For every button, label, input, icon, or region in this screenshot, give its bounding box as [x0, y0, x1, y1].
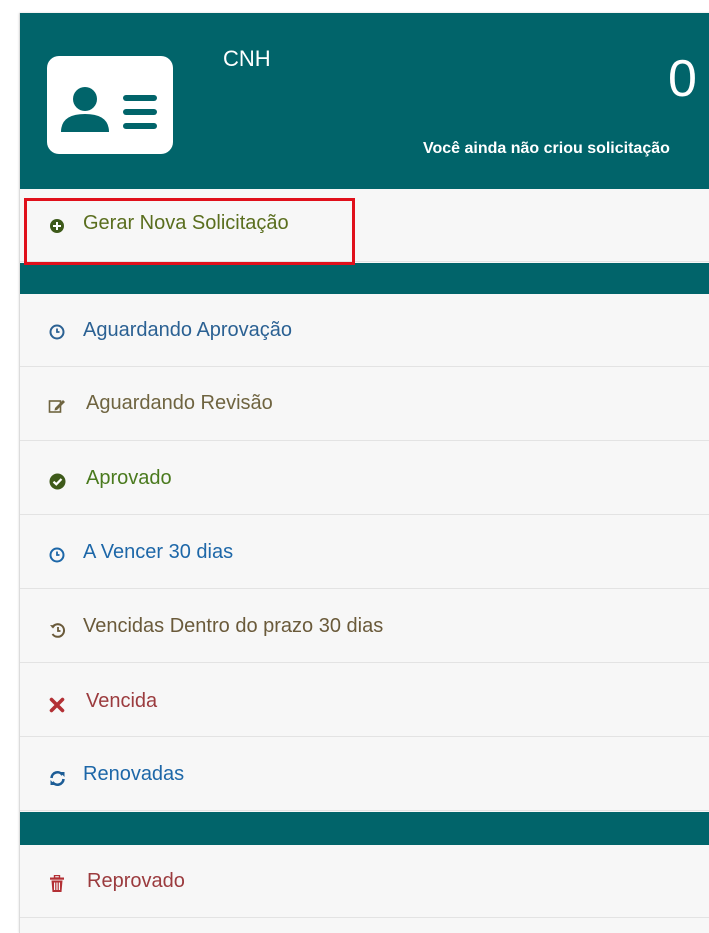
refresh-icon — [46, 767, 68, 789]
status-label: Aguardando Aprovação — [83, 319, 293, 341]
empty-state-message: Você ainda não criou solicitação — [423, 140, 670, 157]
status-expired-within-30-days[interactable]: Vencidas Dentro do prazo 30 dias — [20, 590, 709, 663]
status-label: Aprovado — [86, 467, 172, 489]
status-renewed[interactable]: Renovadas — [20, 738, 709, 811]
section-divider — [20, 263, 709, 294]
history-icon — [46, 619, 68, 641]
status-label: Reprovado — [87, 870, 185, 892]
new-request-item[interactable]: Gerar Nova Solicitação — [20, 189, 709, 262]
status-label: Renovadas — [83, 763, 185, 785]
cnh-card: CNH 0 Você ainda não criou solicitação G… — [19, 13, 709, 933]
card-title: CNH — [223, 46, 271, 71]
card-header: CNH 0 Você ainda não criou solicitação — [20, 13, 709, 189]
check-circle-icon — [46, 470, 68, 492]
status-label: Vencida — [86, 690, 158, 712]
status-expired[interactable]: Vencida — [20, 664, 709, 737]
status-label: Aguardando Revisão — [86, 392, 273, 414]
trash-icon — [46, 873, 68, 895]
request-count: 0 — [668, 50, 697, 108]
status-rejected[interactable]: Reprovado — [20, 845, 709, 918]
status-due-30-days[interactable]: A Vencer 30 dias — [20, 516, 709, 589]
status-label: Vencidas Dentro do prazo 30 dias — [83, 615, 384, 637]
clock-icon — [46, 544, 68, 566]
clock-icon — [46, 321, 68, 343]
new-request-label: Gerar Nova Solicitação — [83, 212, 289, 234]
status-label: A Vencer 30 dias — [83, 541, 234, 563]
status-awaiting-approval[interactable]: Aguardando Aprovação — [20, 294, 709, 367]
id-card-icon — [47, 56, 173, 154]
edit-icon — [46, 395, 68, 417]
close-icon — [46, 694, 68, 716]
section-divider — [20, 812, 709, 845]
plus-circle-icon — [46, 215, 68, 237]
status-approved[interactable]: Aprovado — [20, 442, 709, 515]
status-awaiting-review[interactable]: Aguardando Revisão — [20, 368, 709, 441]
